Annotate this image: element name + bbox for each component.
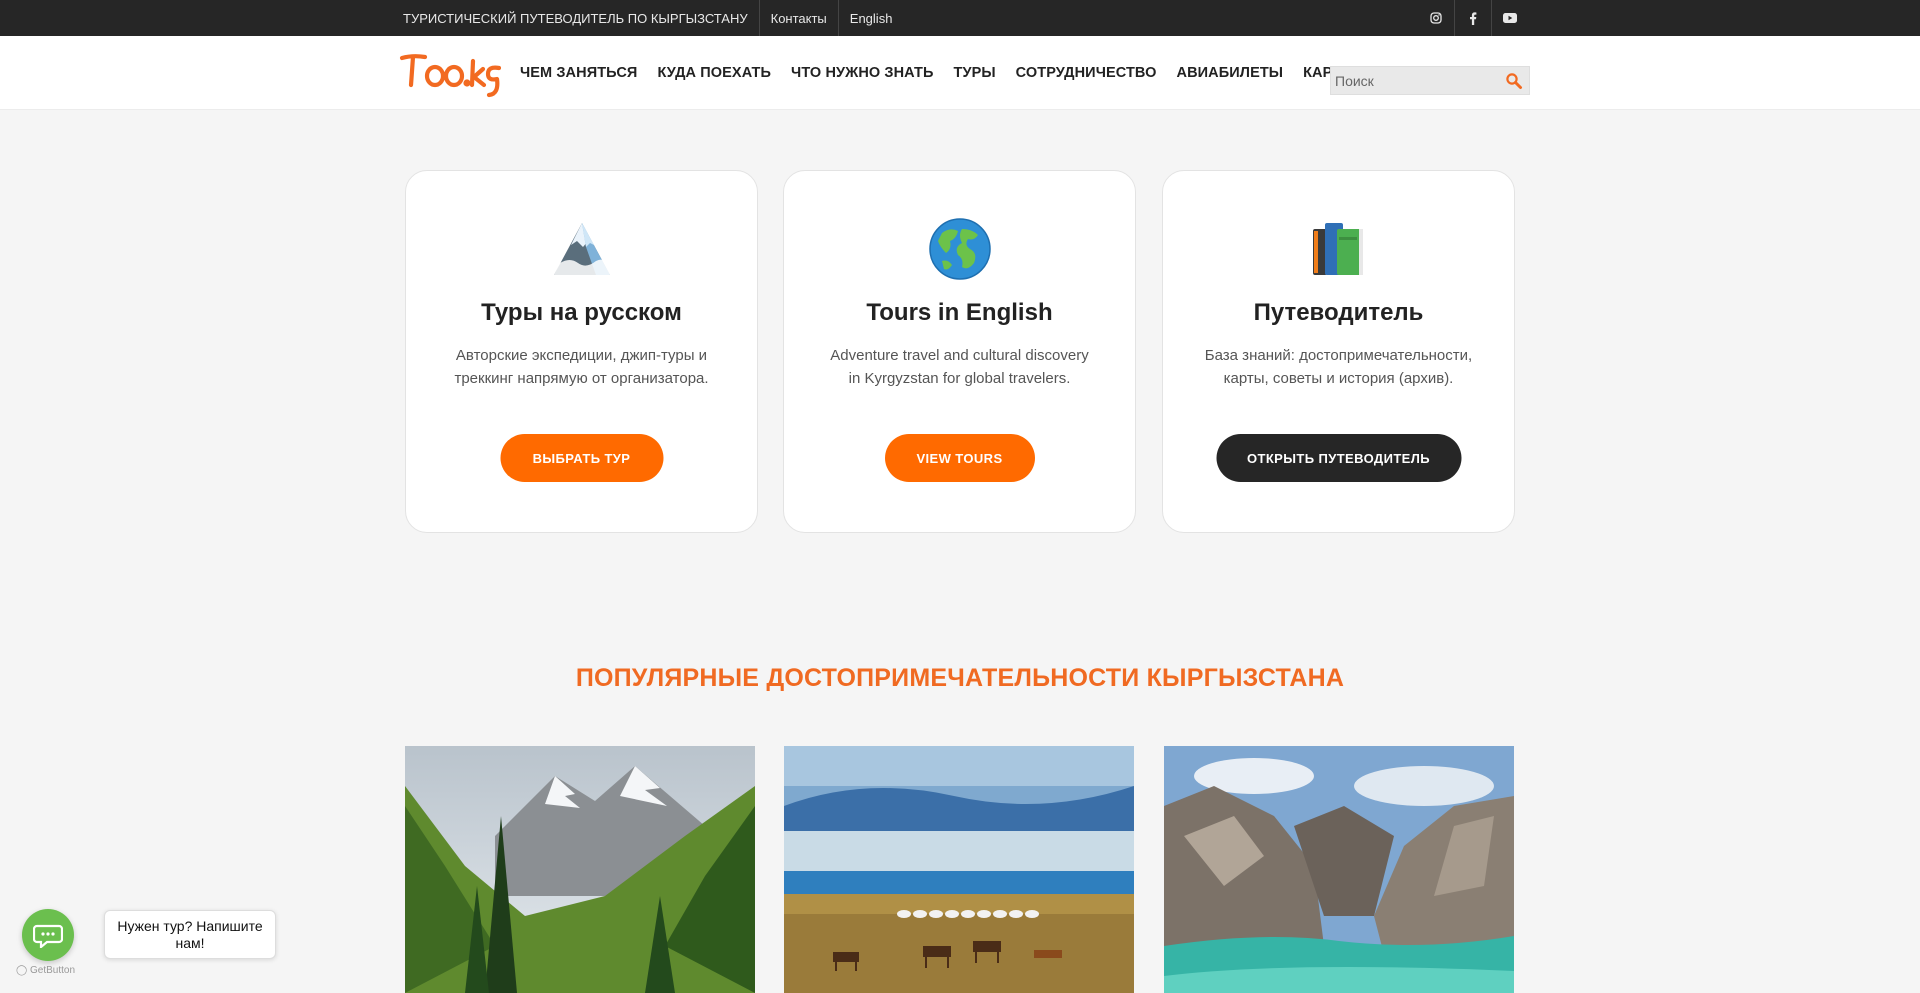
- nav-need-to-know[interactable]: ЧТО НУЖНО ЗНАТЬ: [781, 65, 943, 81]
- open-guide-button[interactable]: ОТКРЫТЬ ПУТЕВОДИТЕЛЬ: [1216, 434, 1461, 482]
- card-title: Туры на русском: [481, 299, 682, 326]
- instagram-icon[interactable]: [1417, 0, 1454, 36]
- mountain-icon: [550, 217, 614, 281]
- entry-cards: Туры на русском Авторские экспедиции, дж…: [405, 170, 1515, 533]
- card-title: Tours in English: [866, 299, 1053, 326]
- top-bar: ТУРИСТИЧЕСКИЙ ПУТЕВОДИТЕЛЬ ПО КЫРГЫЗСТАН…: [0, 0, 1920, 36]
- card-title: Путеводитель: [1253, 299, 1424, 326]
- card-guide: Путеводитель База знаний: достопримечате…: [1162, 170, 1515, 533]
- card-description: База знаний: достопримечательности, карт…: [1204, 347, 1473, 387]
- nav-cooperation[interactable]: СОТРУДНИЧЕСТВО: [1006, 65, 1167, 81]
- card-description: Авторские экспедиции, джип-туры и трекки…: [454, 347, 709, 387]
- nav-tours[interactable]: ТУРЫ: [944, 65, 1006, 81]
- nav-where-to-go[interactable]: КУДА ПОЕХАТЬ: [647, 65, 781, 81]
- getbutton-icon: ◯: [16, 965, 28, 976]
- search-box: [1330, 66, 1530, 95]
- card-russian-tours: Туры на русском Авторские экспедиции, дж…: [405, 170, 758, 533]
- globe-icon: [928, 217, 992, 281]
- section-title: ПОПУЛЯРНЫЕ ДОСТОПРИМЕЧАТЕЛЬНОСТИ КЫРГЫЗС…: [575, 664, 1345, 692]
- main-nav: ЧЕМ ЗАНЯТЬСЯ КУДА ПОЕХАТЬ ЧТО НУЖНО ЗНАТ…: [510, 36, 1361, 110]
- chat-button[interactable]: [22, 909, 74, 961]
- search-icon[interactable]: [1505, 72, 1523, 90]
- card-english-tours: Tours in English Adventure travel and cu…: [783, 170, 1136, 533]
- getbutton-branding[interactable]: ◯ GetButton: [16, 965, 75, 976]
- main-header: ЧЕМ ЗАНЯТЬСЯ КУДА ПОЕХАТЬ ЧТО НУЖНО ЗНАТ…: [0, 36, 1920, 110]
- nav-what-to-do[interactable]: ЧЕМ ЗАНЯТЬСЯ: [510, 65, 647, 81]
- contacts-link[interactable]: Контакты: [760, 0, 839, 36]
- attraction-photo-canyon-lake[interactable]: [1164, 746, 1514, 993]
- books-icon: [1307, 217, 1371, 281]
- chat-prompt-bubble[interactable]: Нужен тур? Напишите нам!: [104, 910, 276, 959]
- facebook-icon[interactable]: [1454, 0, 1491, 36]
- youtube-icon[interactable]: [1491, 0, 1528, 36]
- choose-tour-button[interactable]: ВЫБРАТЬ ТУР: [500, 434, 663, 482]
- search-input[interactable]: [1331, 67, 1501, 94]
- attraction-photo-lake-yurts[interactable]: [784, 746, 1134, 993]
- language-link[interactable]: English: [839, 0, 904, 36]
- card-description: Adventure travel and cultural discovery …: [830, 347, 1089, 387]
- nav-flights[interactable]: АВИАБИЛЕТЫ: [1167, 65, 1294, 81]
- social-links: [1417, 0, 1528, 36]
- getbutton-label: GetButton: [29, 965, 76, 976]
- attraction-photo-mountain-valley[interactable]: [405, 746, 755, 993]
- site-logo[interactable]: [399, 52, 502, 102]
- view-tours-button[interactable]: VIEW TOURS: [884, 434, 1035, 482]
- site-tagline: ТУРИСТИЧЕСКИЙ ПУТЕВОДИТЕЛЬ ПО КЫРГЫЗСТАН…: [392, 0, 760, 36]
